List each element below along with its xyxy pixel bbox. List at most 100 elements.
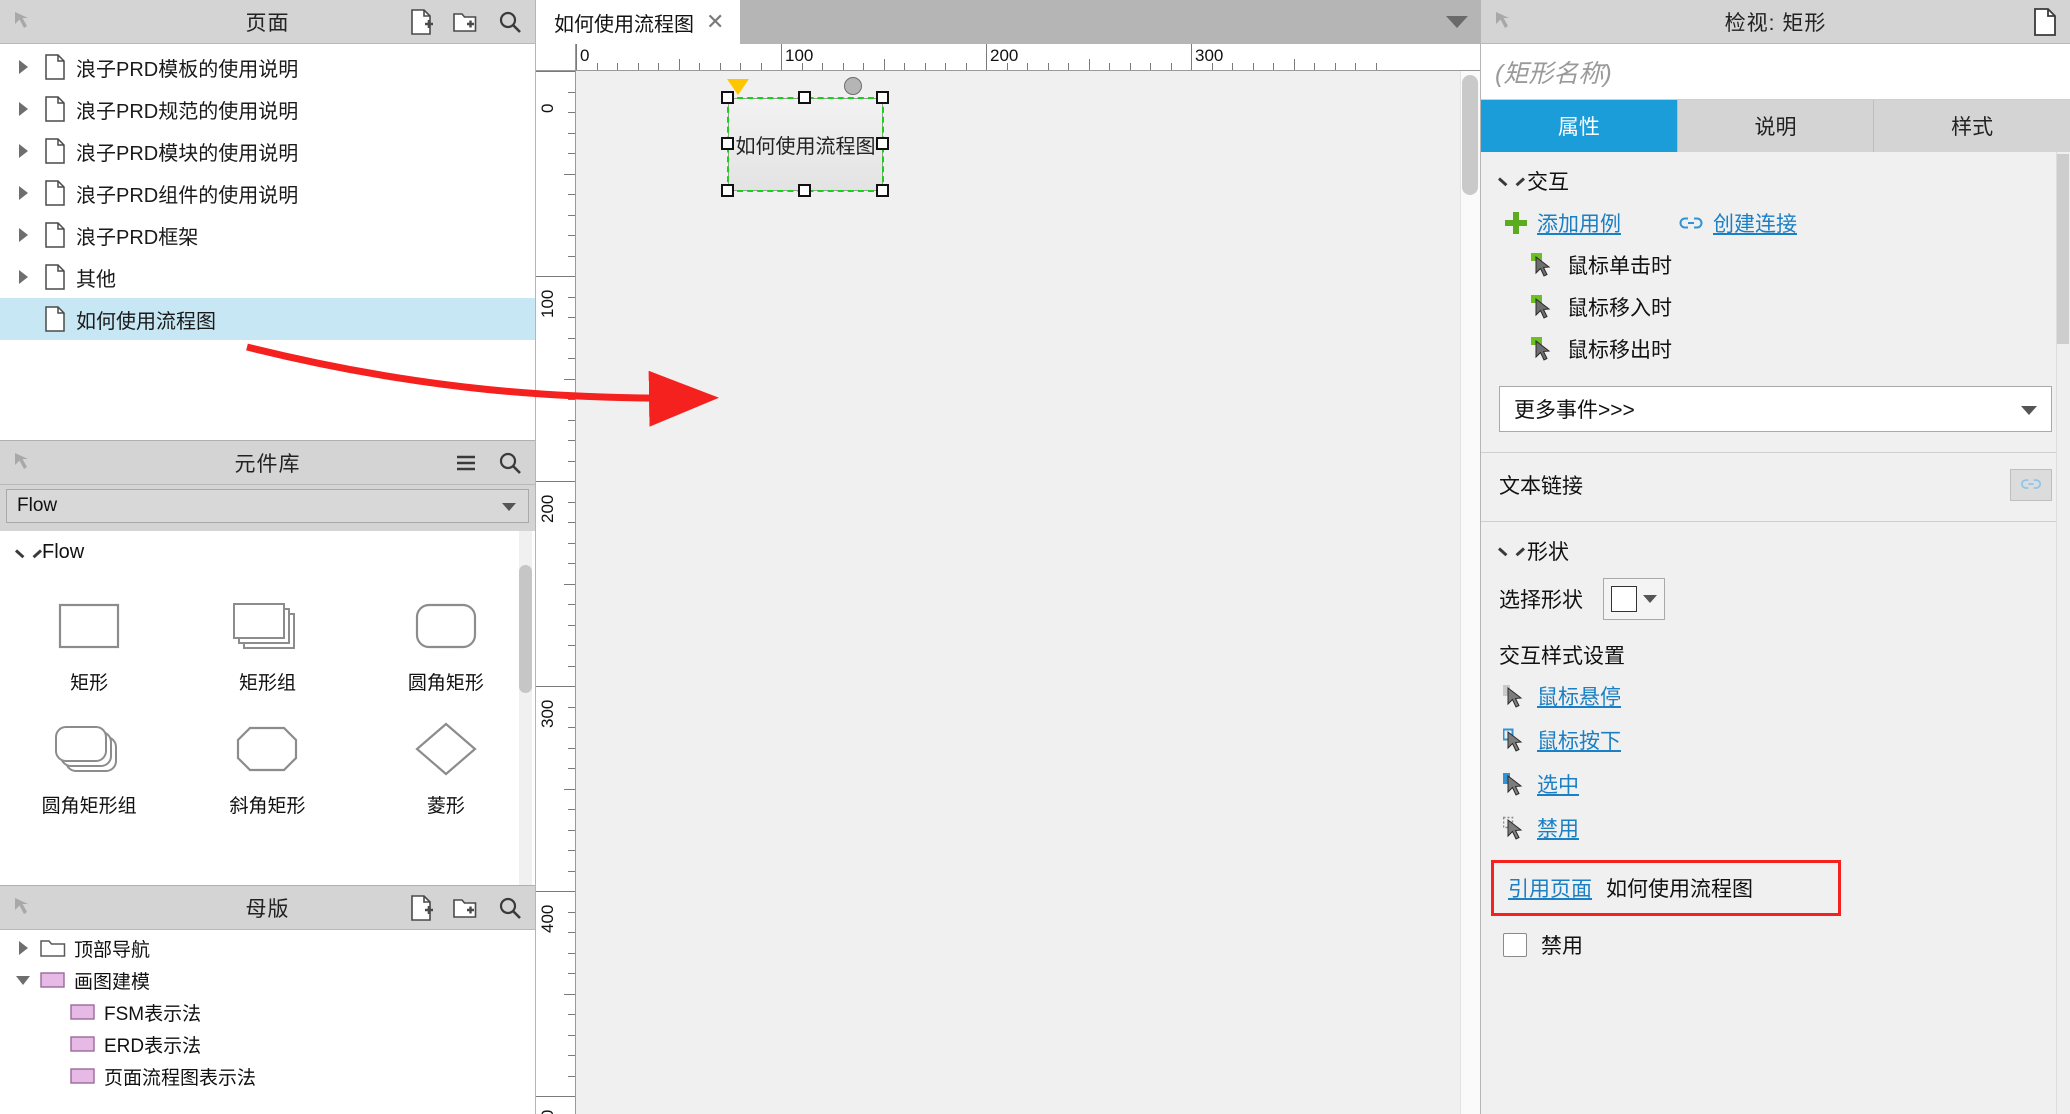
expand-arrow-icon[interactable]: [6, 102, 40, 116]
page-tree-item[interactable]: 浪子PRD规范的使用说明: [0, 88, 535, 130]
ruler-tick: [568, 829, 575, 831]
widget-name-field[interactable]: (矩形名称): [1481, 44, 2070, 100]
expand-arrow-icon[interactable]: [6, 60, 40, 74]
create-link-link[interactable]: 创建连接: [1713, 208, 1797, 238]
more-events-dropdown[interactable]: 更多事件>>>: [1499, 386, 2052, 432]
shape-swatch-dropdown[interactable]: [1603, 578, 1665, 620]
canvas-scrollbar-track[interactable]: [1460, 71, 1480, 1114]
menu-icon[interactable]: [449, 446, 483, 480]
library-shape-item[interactable]: 斜角矩形: [178, 699, 356, 822]
collapse-panel-icon[interactable]: [10, 8, 36, 34]
shape-section-header[interactable]: 形状: [1481, 522, 2070, 572]
ruler-tick: [883, 59, 885, 70]
add-folder-icon[interactable]: [449, 5, 483, 39]
style-link-selected[interactable]: 选中: [1537, 769, 1579, 799]
page-tree-item-selected[interactable]: 如何使用流程图: [0, 298, 535, 340]
expand-arrow-icon[interactable]: [6, 228, 40, 242]
disable-checkbox-row[interactable]: 禁用: [1481, 916, 2070, 968]
style-row-disabled[interactable]: 禁用: [1481, 806, 2070, 850]
resize-handle-s[interactable]: [798, 184, 811, 197]
add-master-icon[interactable]: [405, 891, 439, 925]
tab-style[interactable]: 样式: [1874, 100, 2070, 152]
style-link-mousedown[interactable]: 鼠标按下: [1537, 725, 1621, 755]
ruler-label: 100: [785, 46, 814, 65]
ruler-tick: [568, 911, 575, 913]
library-selector[interactable]: Flow: [6, 489, 529, 523]
inspector-scrollbar-thumb[interactable]: [2057, 154, 2069, 344]
page-tree-item[interactable]: 浪子PRD框架: [0, 214, 535, 256]
event-row-mouse-exit[interactable]: 鼠标移出时: [1481, 328, 2070, 370]
tab-properties[interactable]: 属性: [1481, 100, 1678, 152]
page-tree-item-label: 浪子PRD模块的使用说明: [76, 142, 299, 165]
search-icon[interactable]: [493, 5, 527, 39]
collapse-panel-icon[interactable]: [10, 894, 36, 920]
interactions-section-header[interactable]: 交互: [1481, 152, 2070, 202]
add-page-icon[interactable]: [405, 5, 439, 39]
expand-arrow-icon[interactable]: [6, 144, 40, 158]
ruler-tick: [536, 481, 575, 482]
tab-notes[interactable]: 说明: [1677, 100, 1875, 152]
expand-arrow-icon[interactable]: [6, 270, 40, 284]
disable-checkbox[interactable]: [1503, 933, 1527, 957]
page-icon[interactable]: [2028, 5, 2062, 39]
resize-handle-e[interactable]: [876, 137, 889, 150]
collapse-panel-icon[interactable]: [10, 449, 36, 475]
event-row-click[interactable]: 鼠标单击时: [1481, 244, 2070, 286]
footnote-triangle-icon[interactable]: [727, 79, 749, 95]
master-tree-item[interactable]: ERD表示法: [0, 1028, 535, 1060]
library-group-header[interactable]: Flow: [0, 531, 535, 570]
text-link-button[interactable]: [2010, 469, 2052, 501]
tab-overflow-button[interactable]: [1434, 0, 1480, 44]
ruler-tick: [1027, 63, 1028, 70]
search-icon[interactable]: [493, 446, 527, 480]
expand-arrow-icon[interactable]: [6, 186, 40, 200]
close-icon[interactable]: ✕: [706, 11, 724, 33]
style-row-hover[interactable]: 鼠标悬停: [1481, 674, 2070, 718]
add-folder-icon[interactable]: [449, 891, 483, 925]
style-row-mousedown[interactable]: 鼠标按下: [1481, 718, 2070, 762]
event-label: 鼠标移入时: [1567, 297, 1672, 320]
ruler-tick: [564, 583, 575, 585]
event-row-mouse-enter[interactable]: 鼠标移入时: [1481, 286, 2070, 328]
collapse-panel-icon[interactable]: [1491, 8, 1517, 34]
canvas-tab[interactable]: 如何使用流程图 ✕: [536, 0, 742, 44]
library-shape-item[interactable]: 矩形组: [178, 576, 356, 699]
design-canvas[interactable]: 如何使用流程图: [576, 71, 1480, 1114]
style-link-disabled[interactable]: 禁用: [1537, 813, 1579, 843]
resize-handle-w[interactable]: [721, 137, 734, 150]
canvas-scrollbar-thumb[interactable]: [1462, 75, 1478, 195]
master-tree-item[interactable]: 顶部导航: [0, 932, 535, 964]
page-tree-item[interactable]: 浪子PRD模块的使用说明: [0, 130, 535, 172]
library-scrollbar-thumb[interactable]: [519, 565, 532, 693]
canvas-rectangle-widget[interactable]: 如何使用流程图: [728, 98, 883, 191]
library-shape-item[interactable]: 圆角矩形组: [0, 699, 178, 822]
master-tree-item[interactable]: 页面流程图表示法: [0, 1060, 535, 1092]
page-tree-item[interactable]: 浪子PRD组件的使用说明: [0, 172, 535, 214]
add-case-link[interactable]: 添加用例: [1537, 208, 1621, 238]
style-link-hover[interactable]: 鼠标悬停: [1537, 681, 1621, 711]
master-tree-item[interactable]: FSM表示法: [0, 996, 535, 1028]
style-row-selected[interactable]: 选中: [1481, 762, 2070, 806]
ruler-tick: [568, 214, 575, 216]
canvas-tab-label: 如何使用流程图: [554, 13, 694, 36]
expand-arrow-icon[interactable]: [6, 941, 40, 955]
page-tree-item[interactable]: 浪子PRD模板的使用说明: [0, 46, 535, 88]
vertical-ruler[interactable]: 0 100 200 300 400 500: [536, 71, 576, 1114]
resize-handle-ne[interactable]: [876, 91, 889, 104]
page-tree-item[interactable]: 其他: [0, 256, 535, 298]
library-shape-item[interactable]: 圆角矩形: [357, 576, 535, 699]
expand-arrow-icon[interactable]: [6, 975, 40, 985]
master-tree-item[interactable]: 画图建模: [0, 964, 535, 996]
search-icon[interactable]: [493, 891, 527, 925]
inspector-panel: 检视: 矩形 (矩形名称) 属性 说明 样式 交互 添加用例 创建连接 鼠标单击…: [1480, 0, 2070, 1114]
resize-handle-n[interactable]: [798, 91, 811, 104]
canvas-tabbar: 如何使用流程图 ✕: [536, 0, 1480, 44]
reference-page-highlight-box: 引用页面 如何使用流程图: [1491, 860, 1841, 916]
reference-page-circle-icon[interactable]: [844, 77, 862, 95]
horizontal-ruler-track[interactable]: 0 100 200 300: [576, 44, 1480, 70]
library-shape-item[interactable]: 菱形: [357, 699, 535, 822]
resize-handle-sw[interactable]: [721, 184, 734, 197]
resize-handle-se[interactable]: [876, 184, 889, 197]
reference-page-link[interactable]: 引用页面: [1508, 873, 1592, 903]
library-shape-item[interactable]: 矩形: [0, 576, 178, 699]
